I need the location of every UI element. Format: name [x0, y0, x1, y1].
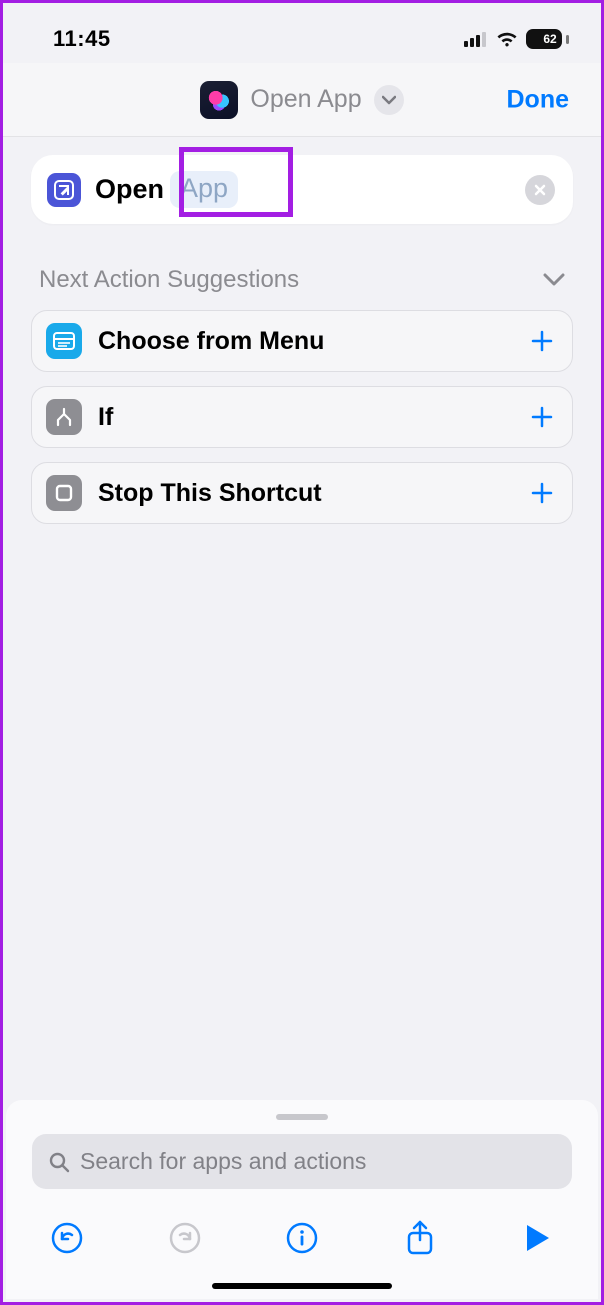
add-action-button[interactable]: [530, 405, 554, 429]
suggestion-label: Choose from Menu: [98, 327, 324, 356]
add-action-button[interactable]: [530, 329, 554, 353]
action-open-label: Open: [95, 174, 164, 205]
redo-button[interactable]: [166, 1219, 204, 1257]
search-field[interactable]: [32, 1134, 572, 1189]
cellular-icon: [464, 31, 488, 47]
add-action-button[interactable]: [530, 481, 554, 505]
share-button[interactable]: [401, 1219, 439, 1257]
done-button[interactable]: Done: [507, 85, 570, 114]
menu-icon: [46, 323, 82, 359]
clear-action-button[interactable]: [525, 175, 555, 205]
suggestions-header[interactable]: Next Action Suggestions: [31, 224, 573, 310]
header-title: Open App: [250, 85, 361, 114]
bottom-sheet[interactable]: [6, 1100, 598, 1299]
shortcuts-app-icon: [200, 81, 238, 119]
suggestion-item-choose-from-menu[interactable]: Choose from Menu: [31, 310, 573, 372]
chevron-down-icon: [543, 273, 565, 287]
header: Open App Done: [3, 63, 601, 137]
header-title-group[interactable]: Open App: [200, 81, 403, 119]
search-input[interactable]: [80, 1148, 556, 1175]
run-button[interactable]: [518, 1219, 556, 1257]
search-icon: [48, 1151, 70, 1173]
suggestion-item-stop-shortcut[interactable]: Stop This Shortcut: [31, 462, 573, 524]
chevron-down-icon[interactable]: [374, 85, 404, 115]
info-button[interactable]: [283, 1219, 321, 1257]
wifi-icon: [495, 30, 519, 48]
suggestion-item-if[interactable]: If: [31, 386, 573, 448]
battery-percent: 62: [543, 32, 556, 46]
app-parameter-chip[interactable]: App: [170, 171, 238, 208]
branch-icon: [46, 399, 82, 435]
suggestions-title: Next Action Suggestions: [39, 266, 299, 294]
status-bar: 11:45 62: [3, 3, 601, 63]
status-time: 11:45: [53, 26, 111, 52]
stop-icon: [46, 475, 82, 511]
open-app-icon: [47, 173, 81, 207]
undo-button[interactable]: [48, 1219, 86, 1257]
battery-cap-icon: [566, 35, 569, 44]
sheet-grabber[interactable]: [276, 1114, 328, 1120]
content-area: Open App Next Action Suggestions Choose …: [3, 137, 601, 524]
bottom-toolbar: [6, 1189, 598, 1277]
status-right-cluster: 62: [464, 29, 569, 49]
battery-icon: 62: [526, 29, 562, 49]
action-card-open-app[interactable]: Open App: [31, 155, 573, 224]
suggestion-label: If: [98, 403, 113, 432]
home-indicator[interactable]: [212, 1283, 392, 1289]
suggestion-label: Stop This Shortcut: [98, 479, 322, 508]
